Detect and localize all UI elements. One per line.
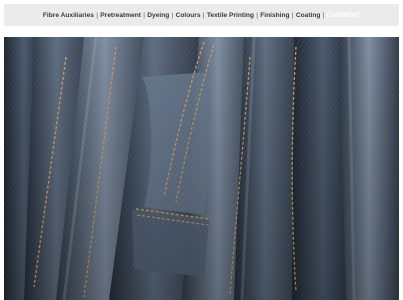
- category-nav-list: Fibre Auxiliaries | Pretreatment | Dyein…: [43, 12, 360, 19]
- category-nav-bar: Fibre Auxiliaries | Pretreatment | Dyein…: [4, 4, 399, 26]
- nav-separator: |: [143, 11, 145, 19]
- nav-separator: |: [96, 11, 98, 19]
- nav-item-dyeing[interactable]: Dyeing: [147, 12, 169, 19]
- nav-separator: |: [322, 11, 325, 19]
- nav-item-finishing[interactable]: Finishing: [260, 12, 289, 19]
- nav-separator: |: [291, 11, 294, 19]
- denim-jeans-illustration: [4, 37, 399, 300]
- nav-item-textile-printing[interactable]: Textile Printing: [207, 12, 254, 19]
- nav-item-fibre-auxiliaries[interactable]: Fibre Auxiliaries: [43, 12, 94, 19]
- nav-separator: |: [202, 11, 205, 19]
- nav-separator: |: [171, 11, 174, 19]
- nav-item-coating[interactable]: Coating: [296, 12, 321, 19]
- page: Fibre Auxiliaries | Pretreatment | Dyein…: [0, 0, 403, 300]
- nav-item-garment[interactable]: GARMENT: [327, 12, 360, 19]
- hero-denim-image: [4, 37, 399, 300]
- nav-item-pretreatment[interactable]: Pretreatment: [100, 12, 141, 19]
- nav-item-colours[interactable]: Colours: [176, 12, 201, 19]
- nav-separator: |: [256, 11, 258, 19]
